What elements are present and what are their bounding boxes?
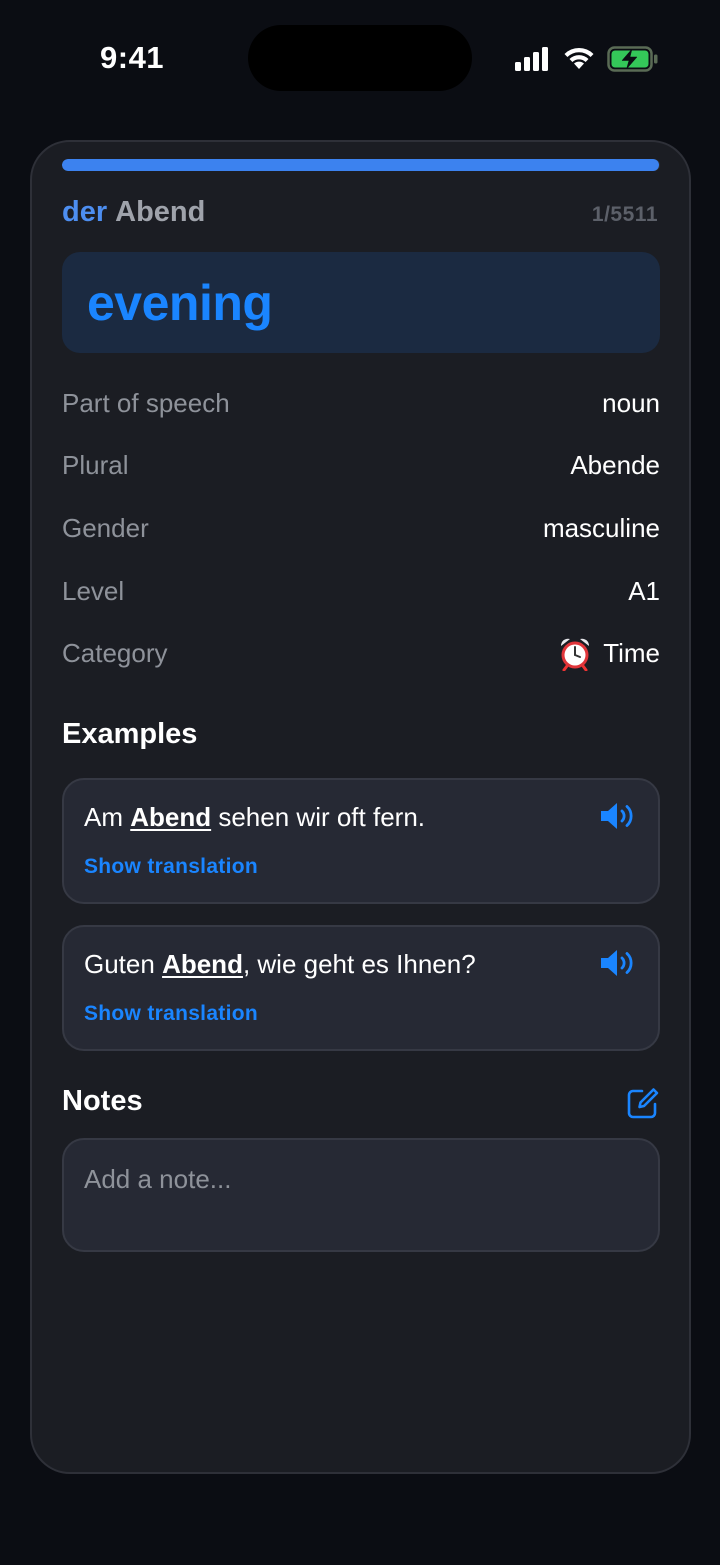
flashcard: der Abend 1/5511 evening Part of speech n… <box>30 140 691 1474</box>
example-sentence: Guten Abend, wie geht es Ihnen? <box>84 949 476 980</box>
speaker-icon[interactable] <box>598 947 636 979</box>
card-counter: 1/5511 <box>591 203 658 226</box>
battery-charging-icon <box>607 46 658 72</box>
detail-row-part-of-speech: Part of speech noun <box>62 383 660 423</box>
detail-label: Plural <box>62 449 129 480</box>
example-sentence: Am Abend sehen wir oft fern. <box>84 802 425 833</box>
translation-text: evening <box>87 275 273 331</box>
alarm-clock-icon <box>561 638 590 671</box>
detail-value: A1 <box>628 575 660 606</box>
detail-label: Part of speech <box>62 387 230 418</box>
sentence-text: Guten <box>84 949 163 979</box>
status-time: 9:41 <box>100 40 165 75</box>
detail-label: Category <box>62 637 168 668</box>
show-translation-link[interactable]: Show translation <box>84 855 258 879</box>
example-card: Am Abend sehen wir oft fern. Show transl… <box>62 778 660 904</box>
examples-heading: Examples <box>62 718 198 750</box>
highlighted-word: Abend <box>130 802 212 832</box>
sentence-text: Am <box>84 802 131 832</box>
progress-fill <box>62 159 659 171</box>
detail-row-level: Level A1 <box>62 571 660 611</box>
sentence-text: sehen wir oft fern. <box>211 802 426 832</box>
speaker-icon[interactable] <box>598 800 636 832</box>
sentence-text: , wie geht es Ihnen? <box>242 949 476 979</box>
detail-label: Gender <box>62 512 149 543</box>
show-translation-link[interactable]: Show translation <box>84 1002 258 1026</box>
detail-label: Level <box>62 575 125 606</box>
dynamic-island <box>248 25 472 91</box>
status-bar: 9:41 <box>0 0 720 110</box>
word-noun: Abend <box>115 196 206 228</box>
detail-value: Abende <box>570 449 660 480</box>
note-input[interactable]: Add a note... <box>62 1138 660 1252</box>
detail-row-category: Category Time <box>62 633 660 673</box>
edit-note-icon[interactable] <box>626 1086 660 1120</box>
highlighted-word: Abend <box>162 949 243 979</box>
category-text: Time <box>603 637 660 668</box>
wifi-icon <box>564 47 594 69</box>
detail-value: masculine <box>542 512 660 543</box>
word-heading: der Abend <box>62 196 205 229</box>
translation-box: evening <box>62 252 660 353</box>
cellular-signal-icon <box>515 47 548 71</box>
word-article: der <box>62 196 108 228</box>
detail-row-gender: Gender masculine <box>62 508 660 548</box>
detail-row-plural: Plural Abende <box>62 445 660 485</box>
progress-bar <box>62 159 660 171</box>
notes-heading: Notes <box>62 1085 143 1117</box>
example-card: Guten Abend, wie geht es Ihnen? Show tra… <box>62 925 660 1051</box>
detail-value: noun <box>602 387 660 418</box>
detail-value-category: Time <box>557 635 660 671</box>
